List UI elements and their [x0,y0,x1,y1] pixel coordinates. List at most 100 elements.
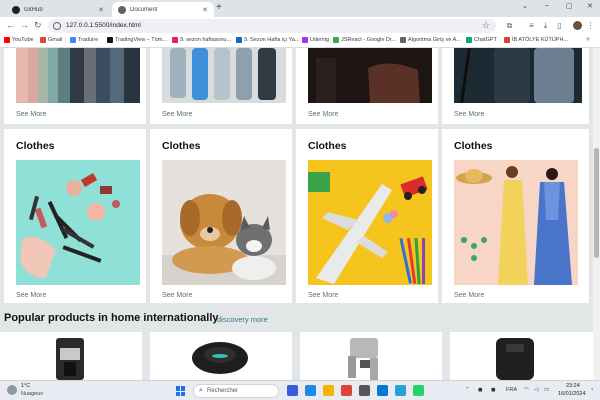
task-view-icon[interactable] [287,385,298,396]
card-title: Clothes [454,140,493,152]
product-card-2[interactable] [150,332,292,380]
category-card-1[interactable]: Clothes See More [4,129,146,303]
weather-description[interactable]: Nuageux [21,391,43,397]
search-placeholder: Rechercher [207,388,239,394]
profile-avatar[interactable] [573,21,582,30]
forward-icon[interactable]: → [20,20,29,30]
language-indicator[interactable]: FRA [506,387,517,393]
volume-icon[interactable]: ◁ [534,387,538,393]
tray-app-icon[interactable]: ◼ [491,387,496,393]
all-bookmarks-icon[interactable]: » [586,36,590,43]
tab-bar: GitHub ✕ Document ✕ + ⌄ – ▢ ✕ [0,0,600,17]
extensions-icon[interactable]: ⧉ [505,21,514,30]
toy-airplane-image [308,160,432,285]
bookmark-item[interactable]: 9. sezon haftasonu... [172,37,231,43]
sidepanel-icon[interactable]: ▯ [555,21,564,30]
water-bottles-image [162,48,286,103]
windows-start-icon[interactable] [176,386,186,396]
bookmark-item[interactable]: 9. Sezon Hafta içi Ya... [236,37,299,43]
top-card-3[interactable]: See More [296,48,438,124]
bookmark-label: 9. Sezon Hafta içi Ya... [244,37,300,43]
scrollbar-thumb[interactable] [594,148,599,258]
tab-search-icon[interactable]: ⌄ [522,2,528,10]
see-more-link[interactable]: See More [308,111,338,118]
tab-document[interactable]: Document ✕ [112,2,214,17]
download-icon[interactable]: ⤓ [541,21,550,30]
clock-time[interactable]: 23:24 [566,383,580,389]
bookmark-item[interactable]: YouTube [4,37,34,43]
tray-app-icon[interactable]: ◼ [478,387,483,393]
furniture-image [308,48,432,103]
weather-icon[interactable] [7,385,17,395]
whatsapp-icon[interactable] [413,385,424,396]
media-icon[interactable]: ≡ [527,21,536,30]
bookmark-item[interactable]: TradingView – Tüm... [107,37,167,43]
bookmark-favicon-icon [172,37,178,43]
github-icon [12,5,20,14]
site-info-icon[interactable] [53,22,61,30]
category-card-2[interactable]: Clothes See More [150,129,292,303]
bookmark-item[interactable]: ChatGPT [466,37,497,43]
category-card-3[interactable]: Clothes See More [296,129,438,303]
see-more-link[interactable]: See More [162,292,192,299]
battery-icon[interactable]: ▭ [544,387,549,393]
tab-github[interactable]: GitHub ✕ [6,2,110,17]
card-title: Clothes [308,140,347,152]
bookmark-item[interactable]: İB ATÖLYE KÜTÜPH... [504,37,568,43]
maximize-button[interactable]: ▢ [566,2,573,10]
bookmark-item[interactable]: Algoritma Giriş ve A... [400,37,461,43]
new-tab-button[interactable]: + [216,2,222,13]
discovery-more-link[interactable]: discovery more [217,315,268,324]
mail-icon[interactable] [377,385,388,396]
menu-icon[interactable]: ⋮ [586,21,595,30]
bookmark-item[interactable]: Udemig [302,37,329,43]
fashion-models-image [454,160,578,285]
category-card-4[interactable]: Clothes See More [442,129,589,303]
see-more-link[interactable]: See More [454,111,484,118]
bookmark-favicon-icon [333,37,339,43]
see-more-link[interactable]: See More [308,292,338,299]
top-card-1[interactable]: See More [4,48,146,124]
bookmark-star-icon[interactable]: ☆ [482,20,490,31]
close-window-button[interactable]: ✕ [587,2,593,10]
card-title: Clothes [162,140,201,152]
terminal-icon[interactable] [359,385,370,396]
bookmark-item[interactable]: JSReact - Google Dr... [333,37,396,43]
url-text: 127.0.0.1:5500/index.html [66,22,141,29]
product-card-3[interactable] [300,332,442,380]
tray-overflow-icon[interactable]: ⌃ [465,387,470,393]
bookmark-label: Traduire [78,37,99,43]
see-more-link[interactable]: See More [16,111,46,118]
wifi-icon[interactable]: ◠ [524,387,529,393]
minimize-button[interactable]: – [545,2,549,9]
reload-icon[interactable]: ↻ [34,20,42,31]
bookmark-favicon-icon [40,37,46,43]
address-bar[interactable]: 127.0.0.1:5500/index.html ☆ [48,19,496,33]
top-card-4[interactable]: See More [442,48,589,124]
bookmark-item[interactable]: Gmail [40,37,62,43]
file-explorer-icon[interactable] [323,385,334,396]
chrome-icon[interactable] [341,385,352,396]
see-more-link[interactable]: See More [16,292,46,299]
close-icon[interactable]: ✕ [202,6,208,14]
weather-temperature[interactable]: 1°C [21,383,30,389]
see-more-link[interactable]: See More [454,292,484,299]
search-icon: ⌕ [199,387,203,394]
bookmark-favicon-icon [302,37,308,43]
taskbar-search[interactable]: ⌕ Rechercher [193,384,279,398]
top-card-2[interactable]: See More [150,48,292,124]
close-icon[interactable]: ✕ [98,6,104,14]
robot-vacuum-image [190,338,250,378]
back-icon[interactable]: ← [6,20,15,30]
telegram-icon[interactable] [395,385,406,396]
clock-date[interactable]: 16/01/2024 [558,391,586,397]
product-card-1[interactable] [0,332,142,380]
card-title: Clothes [16,140,55,152]
product-card-4[interactable] [450,332,593,380]
page-scrollbar[interactable] [593,48,600,380]
notification-icon[interactable]: ◔ [590,387,593,393]
bookmark-item[interactable]: Traduire [70,37,98,43]
vscode-icon[interactable] [305,385,316,396]
bookmark-favicon-icon [107,37,113,43]
see-more-link[interactable]: See More [162,111,192,118]
